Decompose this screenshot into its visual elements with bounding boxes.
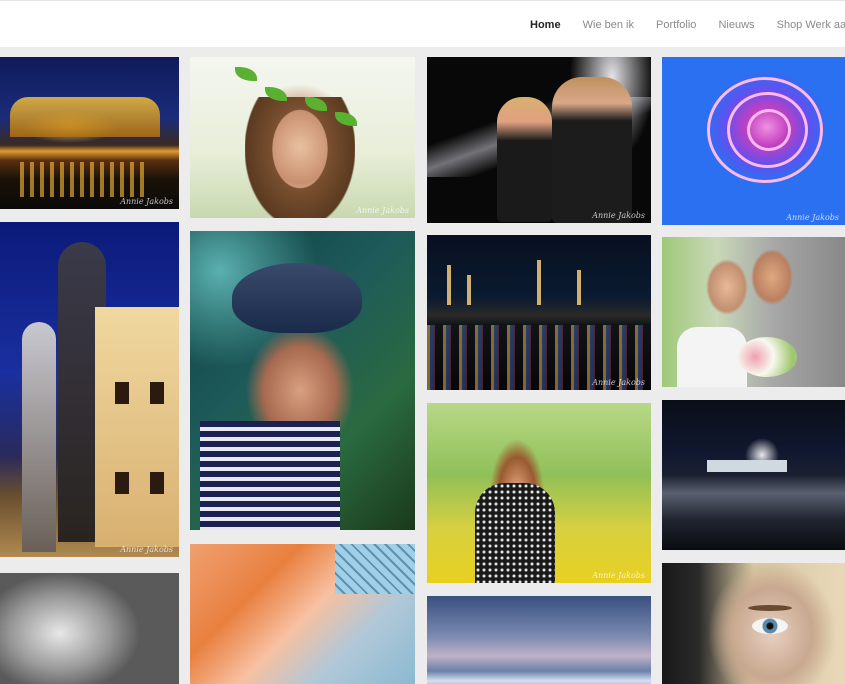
nav-wie-ben-ik[interactable]: Wie ben ik bbox=[583, 19, 634, 31]
gallery-photo-city-night[interactable]: Annie Jakobs bbox=[0, 57, 179, 209]
hat-shape bbox=[232, 263, 362, 333]
man-figure bbox=[552, 77, 632, 223]
photo-watermark: Annie Jakobs bbox=[786, 213, 839, 222]
nav-shop[interactable]: Shop Werk aan de bbox=[777, 19, 845, 31]
gallery-photo-wedding[interactable] bbox=[662, 237, 845, 387]
photo-watermark: Annie Jakobs bbox=[592, 571, 645, 580]
water-reflection bbox=[20, 162, 150, 197]
gallery-photo-industry-night[interactable]: Annie Jakobs bbox=[427, 235, 651, 390]
eye-shape bbox=[752, 618, 788, 634]
gallery-photo-architecture[interactable] bbox=[190, 544, 415, 684]
petal-shape bbox=[747, 109, 791, 151]
header-bar: Home Wie ben ik Portfolio Nieuws Shop We… bbox=[0, 0, 845, 47]
window-shape bbox=[115, 472, 129, 494]
main-nav: Home Wie ben ik Portfolio Nieuws Shop We… bbox=[530, 19, 845, 31]
chimney-shape bbox=[577, 270, 581, 305]
gallery-photo-woman-eye[interactable] bbox=[662, 563, 845, 684]
glass-roof-shape bbox=[335, 544, 415, 594]
ship-shape bbox=[707, 460, 787, 472]
photo-watermark: Annie Jakobs bbox=[120, 197, 173, 206]
leaf-shape bbox=[235, 67, 257, 81]
photo-watermark: Annie Jakobs bbox=[592, 378, 645, 387]
gallery-photo-couple[interactable]: Annie Jakobs bbox=[427, 57, 651, 223]
chimney-shape bbox=[467, 275, 471, 305]
eyebrow-shape bbox=[748, 605, 792, 611]
dress-shape bbox=[475, 483, 555, 583]
bouquet-shape bbox=[737, 337, 797, 377]
woman-figure bbox=[497, 97, 552, 222]
photo-watermark: Annie Jakobs bbox=[120, 545, 173, 554]
chimney-shape bbox=[447, 265, 451, 305]
gallery-photo-carnation[interactable]: Annie Jakobs bbox=[662, 57, 845, 225]
building-shape bbox=[10, 97, 160, 137]
gallery-photo-harbor[interactable] bbox=[662, 400, 845, 550]
nav-nieuws[interactable]: Nieuws bbox=[718, 19, 754, 31]
window-shape bbox=[115, 382, 129, 404]
striped-shirt-shape bbox=[200, 421, 340, 530]
photo-gallery: Annie Jakobs Annie Jakobs Annie Jakobs A… bbox=[0, 47, 845, 684]
house-shape bbox=[95, 307, 179, 547]
nav-home[interactable]: Home bbox=[530, 19, 561, 31]
gallery-photo-girl-hat[interactable] bbox=[190, 231, 415, 530]
window-shape bbox=[150, 472, 164, 494]
photo-watermark: Annie Jakobs bbox=[356, 206, 409, 215]
gallery-photo-girl-leaf-crown[interactable]: Annie Jakobs bbox=[190, 57, 415, 218]
gallery-photo-tower-night[interactable]: Annie Jakobs bbox=[0, 222, 179, 557]
photo-watermark: Annie Jakobs bbox=[592, 211, 645, 220]
gallery-photo-girl-flowers[interactable]: Annie Jakobs bbox=[427, 403, 651, 583]
gallery-photo-baby[interactable] bbox=[0, 573, 179, 684]
chimney-shape bbox=[537, 260, 541, 305]
gallery-photo-beach-sky[interactable] bbox=[427, 596, 651, 684]
window-shape bbox=[150, 382, 164, 404]
nav-portfolio[interactable]: Portfolio bbox=[656, 19, 696, 31]
dome-tower-shape bbox=[22, 322, 56, 552]
